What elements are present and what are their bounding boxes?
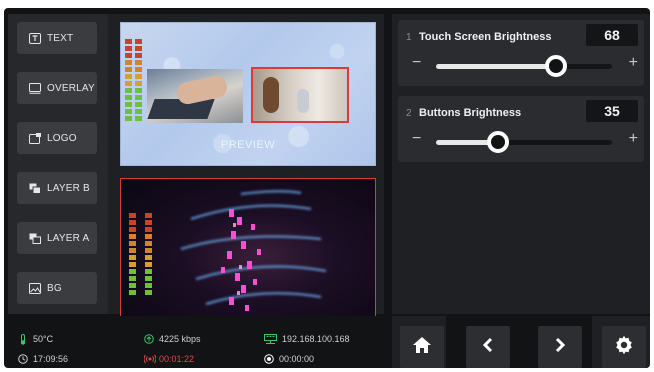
source-bg-button[interactable]: BG [17, 272, 97, 304]
slider-fill [436, 64, 556, 69]
setting-title: Buttons Brightness [419, 107, 522, 119]
setting-index: 2 [406, 108, 412, 119]
text-icon [29, 32, 41, 44]
home-button[interactable] [400, 326, 444, 368]
chevron-right-icon [553, 337, 567, 358]
preview-label: PREVIEW [220, 139, 276, 151]
source-layer-b-button[interactable]: LAYER B [17, 172, 97, 204]
program-monitor[interactable] [120, 178, 376, 322]
record-icon [264, 354, 274, 364]
source-text-button[interactable]: TEXT [17, 22, 97, 54]
status-bar: 50°C 17:09:56 4225 kbps 00:01:22 192.168… [8, 316, 384, 368]
source-label: BG [47, 282, 62, 294]
setting-value[interactable]: 68 [586, 24, 638, 46]
temperature-value: 50°C [33, 334, 54, 344]
program-video-art [180, 190, 327, 311]
gear-icon [614, 335, 634, 360]
video-panel: TEXT OVERLAY LOGO LAYER B LAYER A BG PRE… [8, 14, 384, 322]
source-label: LAYER A [47, 232, 90, 244]
thermometer-icon [18, 334, 28, 345]
layer-a-thumbnail[interactable] [251, 67, 349, 123]
record-time-status: 00:00:00 [264, 354, 314, 364]
slider-knob[interactable] [545, 55, 567, 77]
logo-icon [29, 132, 41, 144]
settings-panel: 1 Touch Screen Brightness 68 − + 2 Butto… [392, 14, 650, 314]
brightness-slider[interactable] [436, 131, 612, 153]
layer-b-icon [29, 183, 41, 194]
settings-button[interactable] [602, 326, 646, 368]
network-status: 192.168.100.168 [264, 334, 350, 344]
bitrate-value: 4225 kbps [159, 334, 201, 344]
audio-meter-left [125, 39, 132, 123]
clock-icon [18, 354, 28, 364]
increase-button[interactable]: + [629, 54, 638, 72]
stream-time-status: 00:01:22 [143, 354, 195, 364]
setting-index: 1 [406, 32, 412, 43]
touch-screen-brightness-setting: 1 Touch Screen Brightness 68 − + [398, 20, 644, 86]
back-button[interactable] [466, 326, 510, 368]
buttons-brightness-setting: 2 Buttons Brightness 35 − + [398, 96, 644, 162]
slider-knob[interactable] [487, 131, 509, 153]
device-screen: TEXT OVERLAY LOGO LAYER B LAYER A BG PRE… [4, 8, 650, 368]
stream-time-value: 00:01:22 [159, 354, 195, 364]
source-layer-a-button[interactable]: LAYER A [17, 222, 97, 254]
layer-a-icon [29, 233, 41, 244]
increase-button[interactable]: + [629, 130, 638, 148]
clock-value: 17:09:56 [33, 354, 69, 364]
preview-monitor[interactable]: PREVIEW [120, 22, 376, 166]
setting-title: Touch Screen Brightness [419, 31, 552, 43]
network-icon [264, 334, 277, 344]
brightness-slider[interactable] [436, 55, 612, 77]
overlay-icon [29, 82, 41, 94]
ip-address: 192.168.100.168 [282, 334, 350, 344]
layer-b-thumbnail[interactable] [147, 69, 243, 123]
source-logo-button[interactable]: LOGO [17, 122, 97, 154]
source-label: OVERLAY [47, 82, 95, 94]
source-label: LAYER B [47, 182, 90, 194]
temperature-status: 50°C [18, 334, 54, 345]
decrease-button[interactable]: − [412, 54, 421, 72]
broadcast-icon [143, 354, 157, 364]
setting-value[interactable]: 35 [586, 100, 638, 122]
source-label: TEXT [47, 32, 74, 44]
audio-meter-right [135, 39, 142, 123]
clock-status: 17:09:56 [18, 354, 68, 364]
home-icon [412, 336, 432, 359]
source-list: TEXT OVERLAY LOGO LAYER B LAYER A BG [8, 14, 108, 314]
forward-button[interactable] [538, 326, 582, 368]
chevron-left-icon [481, 337, 495, 358]
bitrate-status: 4225 kbps [144, 334, 201, 344]
image-icon [29, 282, 41, 294]
upload-icon [144, 334, 154, 344]
source-overlay-button[interactable]: OVERLAY [17, 72, 97, 104]
record-time-value: 00:00:00 [279, 354, 315, 364]
decrease-button[interactable]: − [412, 130, 421, 148]
source-label: LOGO [47, 132, 77, 144]
